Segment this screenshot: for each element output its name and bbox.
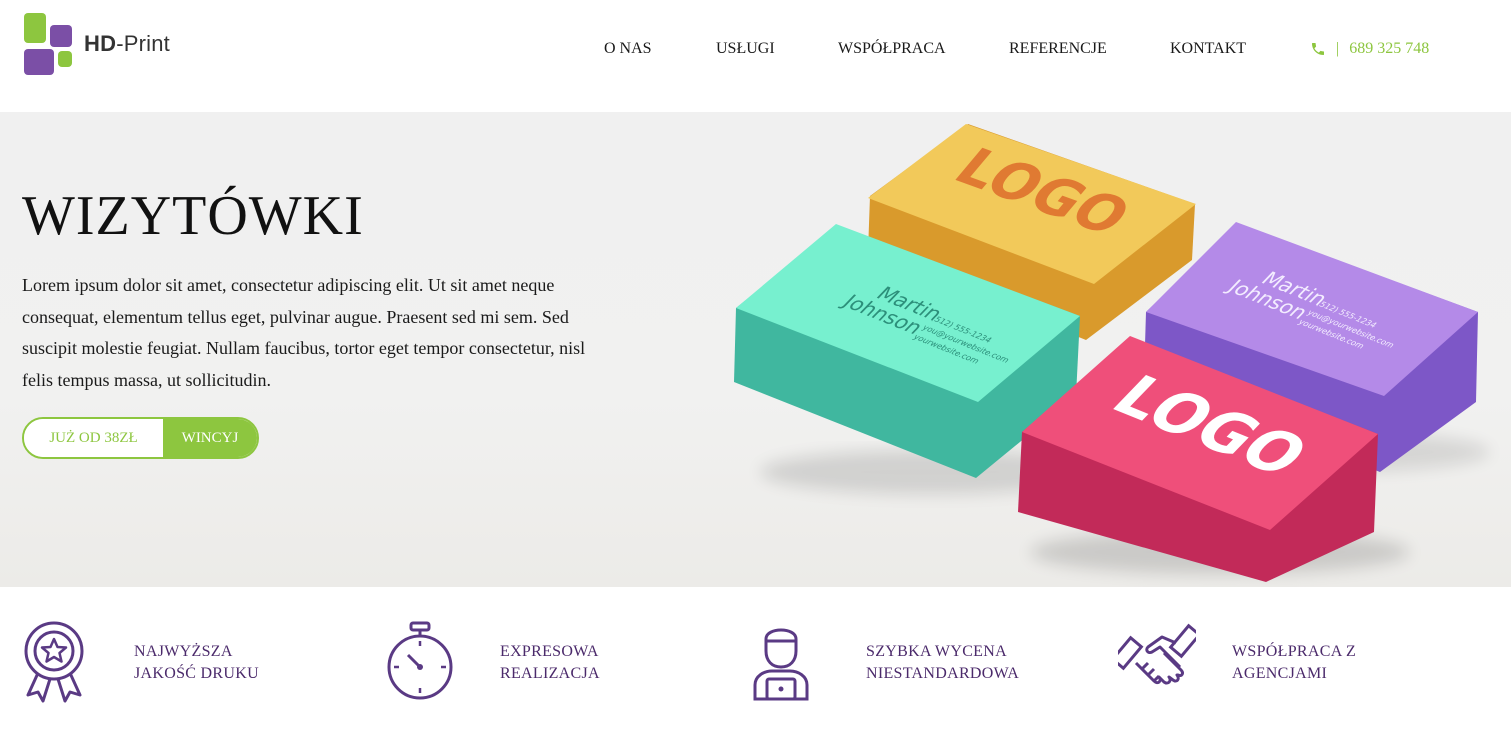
- award-icon: [24, 621, 84, 703]
- person-laptop-icon: [753, 628, 809, 701]
- handshake-icon: [1118, 623, 1196, 685]
- feature-line1: SZYBKA WYCENA: [866, 643, 1007, 660]
- feature-quality: NAJWYŻSZA JAKOŚĆ DRUKU: [22, 621, 362, 703]
- site-logo[interactable]: HD-Print: [22, 11, 192, 77]
- hero-description: Lorem ipsum dolor sit amet, consectetur …: [22, 275, 586, 390]
- price-label: JUŻ OD 38ZŁ: [24, 419, 163, 457]
- phone-separator: |: [1336, 40, 1340, 57]
- feature-quote: SZYBKA WYCENA NIESTANDARDOWA: [752, 621, 1092, 701]
- feature-line2: NIESTANDARDOWA: [866, 665, 1020, 682]
- site-header: HD-Print O NAS USŁUGI WSPÓŁPRACA REFEREN…: [0, 0, 1511, 112]
- feature-express: EXPRESOWA REALIZACJA: [386, 621, 726, 701]
- feature-line1: EXPRESOWA: [500, 643, 599, 660]
- features-strip: NAJWYŻSZA JAKOŚĆ DRUKU EXPRESOWA REALIZA…: [0, 587, 1511, 737]
- header-phone[interactable]: | 689 325 748: [1310, 40, 1429, 58]
- nav-item-kontakt[interactable]: KONTAKT: [1170, 40, 1246, 58]
- nav-item-referencje[interactable]: REFERENCJE: [1009, 40, 1107, 58]
- phone-number[interactable]: 689 325 748: [1349, 40, 1429, 58]
- feature-line2: REALIZACJA: [500, 665, 600, 682]
- more-button[interactable]: WINCYJ: [163, 419, 257, 457]
- hero-section: WIZYTÓWKI Lorem ipsum dolor sit amet, co…: [0, 112, 1511, 587]
- logo-text: HD-Print: [84, 31, 170, 56]
- nav-item-wspolpraca[interactable]: WSPÓŁPRACA: [838, 40, 946, 58]
- feature-line1: NAJWYŻSZA: [134, 643, 233, 660]
- stopwatch-icon: [387, 621, 453, 700]
- nav-item-uslugi[interactable]: USŁUGI: [716, 40, 775, 58]
- nav-item-o-nas[interactable]: O NAS: [604, 40, 652, 58]
- feature-line2: JAKOŚĆ DRUKU: [134, 665, 259, 682]
- feature-agencies: WSPÓŁPRACA Z AGENCJAMI: [1118, 621, 1458, 701]
- hero-title: WIZYTÓWKI: [22, 185, 364, 247]
- feature-line2: AGENCJAMI: [1232, 665, 1328, 682]
- phone-icon: [1312, 43, 1324, 55]
- logo-mark-icon: [22, 11, 80, 77]
- business-cards-image: LOGO Martin Johnson (512) 555-1234 you@y…: [734, 124, 1490, 582]
- feature-line1: WSPÓŁPRACA Z: [1232, 643, 1357, 660]
- hero-cta: JUŻ OD 38ZŁ WINCYJ: [22, 417, 259, 459]
